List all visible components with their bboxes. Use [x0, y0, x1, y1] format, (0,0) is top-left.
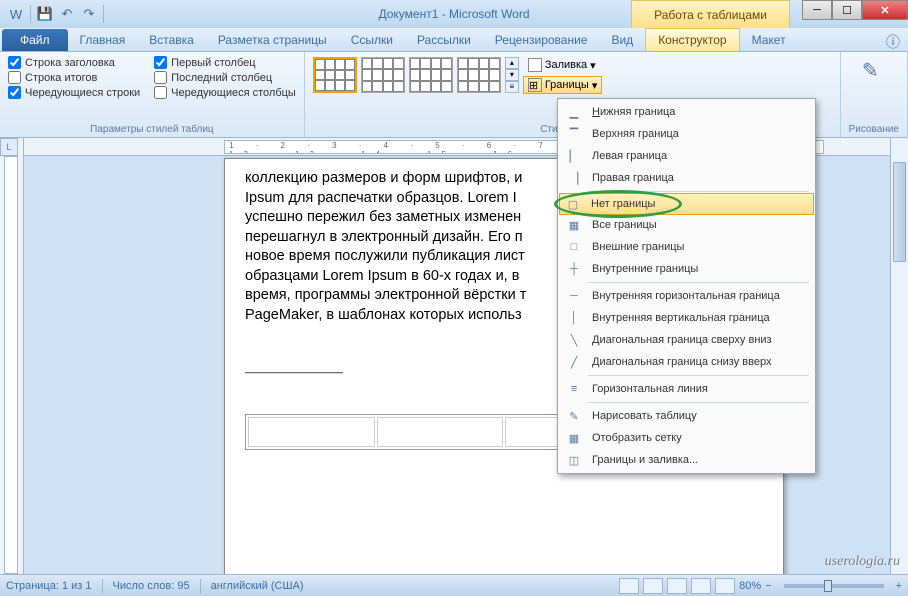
vertical-scrollbar[interactable] [890, 138, 908, 574]
vertical-ruler[interactable]: L [0, 138, 24, 574]
checkbox-banded-columns[interactable]: Чередующиеся столбцы [154, 86, 296, 99]
status-language[interactable]: английский (США) [211, 580, 304, 592]
border-inside-icon: ┼ [564, 260, 584, 278]
undo-icon[interactable]: ↶ [57, 4, 77, 24]
gallery-scroll-arrows[interactable]: ▴▾≡ [505, 57, 519, 93]
view-web-layout[interactable] [667, 578, 687, 594]
horizontal-line-icon: ≡ [564, 380, 584, 398]
borders-dropdown-menu: ▁ННижняя границаижняя граница ▔Верхняя г… [557, 98, 816, 474]
menu-item-bottom-border[interactable]: ▁ННижняя границаижняя граница [560, 101, 813, 123]
menu-item-inside-v-border[interactable]: │Внутренняя вертикальная граница [560, 307, 813, 329]
group-table-style-options: Строка заголовка Первый столбец Строка и… [0, 52, 305, 137]
menu-item-diag-down-border[interactable]: ╲Диагональная граница сверху вниз [560, 329, 813, 351]
menu-item-horizontal-line[interactable]: ≡Горизонтальная линия [560, 378, 813, 400]
group-label-tso: Параметры стилей таблиц [8, 122, 296, 135]
menu-item-borders-shading[interactable]: ◫Границы и заливка... [560, 449, 813, 471]
contextual-tab-title: Работа с таблицами [631, 0, 790, 28]
borders-icon: ⊞ [528, 78, 542, 92]
tab-page-layout[interactable]: Разметка страницы [206, 29, 339, 51]
border-all-icon: ▦ [564, 216, 584, 234]
window-controls: ─ ☐ ✕ [802, 0, 908, 20]
view-print-layout[interactable] [619, 578, 639, 594]
checkbox-banded-rows[interactable]: Чередующиеся строки [8, 86, 140, 99]
menu-item-draw-table[interactable]: ✎Нарисовать таблицу [560, 405, 813, 427]
menu-item-diag-up-border[interactable]: ╱Диагональная граница снизу вверх [560, 351, 813, 373]
zoom-out-button[interactable]: − [765, 580, 771, 592]
tab-design[interactable]: Конструктор [645, 28, 739, 51]
menu-item-left-border[interactable]: ▏Левая граница [560, 145, 813, 167]
border-diag-down-icon: ╲ [564, 331, 584, 349]
watermark: userologia.ru [825, 554, 900, 570]
tab-selector[interactable]: L [0, 138, 18, 156]
zoom-in-button[interactable]: + [896, 580, 902, 592]
zoom-slider[interactable] [784, 584, 884, 588]
border-none-icon: ▢ [563, 195, 583, 213]
table-style-thumb[interactable] [361, 57, 405, 93]
menu-item-top-border[interactable]: ▔Верхняя граница [560, 123, 813, 145]
view-outline[interactable] [691, 578, 711, 594]
table-style-thumb[interactable] [409, 57, 453, 93]
gridlines-icon: ▦ [564, 429, 584, 447]
menu-item-inside-h-border[interactable]: ─Внутренняя горизонтальная граница [560, 285, 813, 307]
draw-table-icon: ✎ [564, 407, 584, 425]
checkbox-first-column[interactable]: Первый столбец [154, 56, 296, 69]
close-button[interactable]: ✕ [862, 0, 908, 20]
ribbon-tabs: Файл Главная Вставка Разметка страницы С… [0, 28, 908, 52]
status-page[interactable]: Страница: 1 из 1 [6, 580, 92, 592]
checkbox-last-column[interactable]: Последний столбец [154, 71, 296, 84]
tab-home[interactable]: Главная [68, 29, 138, 51]
border-bottom-icon: ▁ [564, 103, 584, 121]
zoom-slider-thumb[interactable] [824, 580, 832, 592]
border-top-icon: ▔ [564, 125, 584, 143]
tab-insert[interactable]: Вставка [137, 29, 206, 51]
tab-view[interactable]: Вид [599, 29, 645, 51]
view-full-screen[interactable] [643, 578, 663, 594]
menu-item-inside-borders[interactable]: ┼Внутренние границы [560, 258, 813, 280]
checkbox-total-row[interactable]: Строка итогов [8, 71, 140, 84]
border-outside-icon: □ [564, 238, 584, 256]
quick-access-toolbar: W 💾 ↶ ↷ [0, 4, 106, 24]
table-style-gallery[interactable]: ▴▾≡ Заливка▾ ⊞Границы▾ [313, 56, 832, 94]
window-title: Документ1 - Microsoft Word [378, 7, 529, 21]
save-icon[interactable]: 💾 [35, 4, 55, 24]
help-icon[interactable]: ⓘ [886, 32, 900, 52]
menu-item-right-border[interactable]: ▕Правая граница [560, 167, 813, 189]
menu-item-all-borders[interactable]: ▦Все границы [560, 214, 813, 236]
tab-file[interactable]: Файл [2, 29, 68, 51]
menu-item-outside-borders[interactable]: □Внешние границы [560, 236, 813, 258]
shading-button[interactable]: Заливка▾ [523, 56, 603, 74]
view-draft[interactable] [715, 578, 735, 594]
border-right-icon: ▕ [564, 169, 584, 187]
minimize-button[interactable]: ─ [802, 0, 832, 20]
redo-icon[interactable]: ↷ [79, 4, 99, 24]
pen-icon: ✎ [862, 58, 886, 82]
border-inside-h-icon: ─ [564, 287, 584, 305]
borders-shading-icon: ◫ [564, 451, 584, 469]
tab-layout[interactable]: Макет [740, 29, 798, 51]
checkbox-header-row[interactable]: Строка заголовка [8, 56, 140, 69]
table-style-thumb[interactable] [313, 57, 357, 93]
border-inside-v-icon: │ [564, 309, 584, 327]
tab-mailings[interactable]: Рассылки [405, 29, 483, 51]
group-label-draw: Рисование [849, 122, 899, 135]
tab-review[interactable]: Рецензирование [483, 29, 600, 51]
tab-references[interactable]: Ссылки [339, 29, 405, 51]
menu-item-view-gridlines[interactable]: ▦Отобразить сетку [560, 427, 813, 449]
borders-button[interactable]: ⊞Границы▾ [523, 76, 603, 94]
scrollbar-thumb[interactable] [893, 162, 906, 262]
table-style-thumb[interactable] [457, 57, 501, 93]
zoom-label[interactable]: 80% [739, 580, 761, 592]
maximize-button[interactable]: ☐ [832, 0, 862, 20]
status-bar: Страница: 1 из 1 Число слов: 95 английск… [0, 574, 908, 596]
status-words[interactable]: Число слов: 95 [113, 580, 190, 592]
group-draw-borders: ✎ Рисование [841, 52, 908, 137]
word-icon: W [6, 4, 26, 24]
draw-borders-button[interactable]: ✎ [849, 56, 899, 84]
menu-item-no-border[interactable]: ▢Нет границы [559, 193, 814, 215]
border-left-icon: ▏ [564, 147, 584, 165]
border-diag-up-icon: ╱ [564, 353, 584, 371]
title-bar: W 💾 ↶ ↷ Документ1 - Microsoft Word Работ… [0, 0, 908, 28]
